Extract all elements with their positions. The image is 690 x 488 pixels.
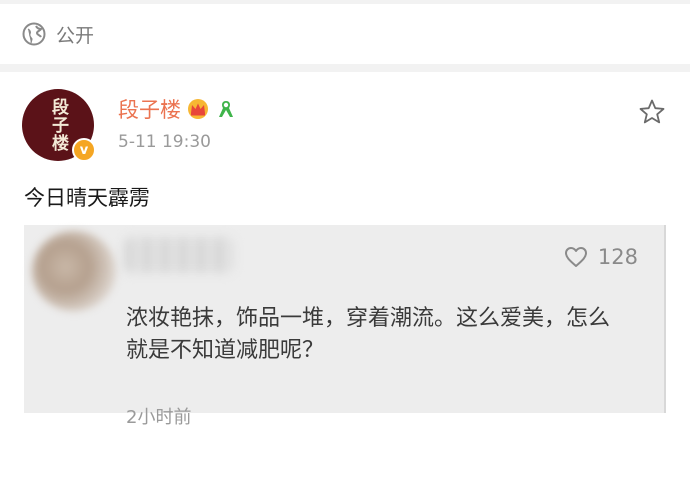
- blurred-avatar: [32, 231, 116, 311]
- globe-icon: [22, 22, 46, 46]
- avatar-calligraphy: 段子楼: [48, 98, 68, 152]
- embedded-comment-image[interactable]: 128 浓妆艳抹，饰品一堆，穿着潮流。这么爱美，怎么就是不知道减肥呢？ 2小时前: [24, 225, 666, 428]
- post-timestamp: 5-11 19:30: [118, 132, 211, 152]
- heart-icon: [564, 246, 588, 268]
- like-count: 128: [564, 245, 638, 269]
- comment-text: 浓妆艳抹，饰品一堆，穿着潮流。这么爱美，怎么就是不知道减肥呢？: [126, 306, 611, 363]
- post-bottom-area: [0, 432, 690, 488]
- comment-time: 2小时前: [126, 407, 192, 428]
- username-text: 段子楼: [118, 98, 181, 122]
- username[interactable]: 段子楼: [118, 94, 237, 124]
- ribbon-badge-icon: [215, 98, 237, 120]
- post-card: 段子楼 v 段子楼 5-11 19:30 今日晴天霹雳 128 浓妆艳抹，饰品一…: [0, 72, 690, 488]
- visibility-bar[interactable]: 公开: [0, 4, 690, 64]
- crown-badge-icon: [187, 98, 209, 120]
- weibo-post-page: 公开 段子楼 v 段子楼 5-11 19:30 今日晴天霹雳 128 浓妆艳抹，…: [0, 0, 690, 488]
- star-icon[interactable]: [638, 98, 666, 126]
- blurred-username: [124, 237, 234, 273]
- verified-badge: v: [72, 138, 96, 162]
- visibility-label: 公开: [56, 24, 95, 47]
- post-text: 今日晴天霹雳: [24, 186, 150, 210]
- like-count-value: 128: [597, 245, 638, 269]
